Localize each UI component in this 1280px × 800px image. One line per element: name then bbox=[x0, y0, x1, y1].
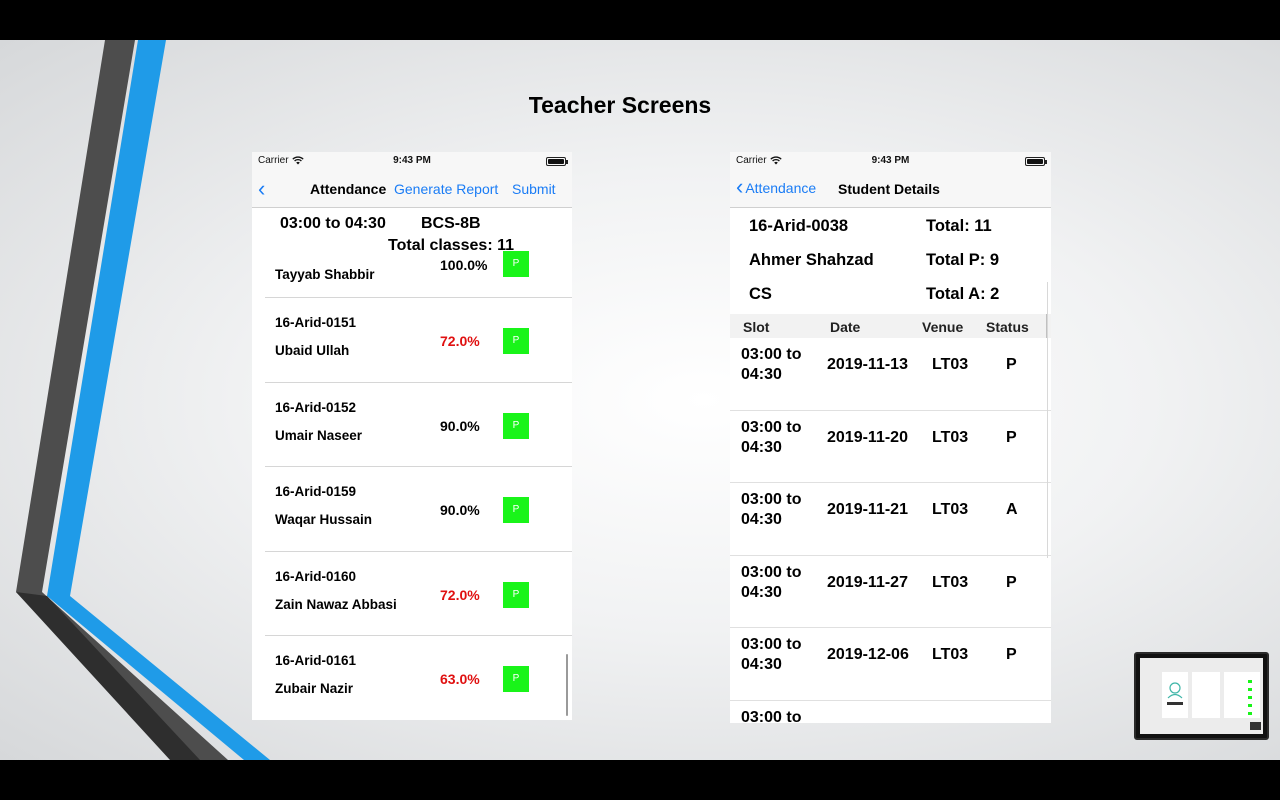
back-chevron-icon: ‹ bbox=[736, 174, 744, 199]
row-venue: LT03 bbox=[932, 428, 969, 446]
student-name: Zubair Nazir bbox=[275, 681, 354, 696]
student-row[interactable]: 16-Arid-0160 Zain Nawaz Abbasi 72.0% P bbox=[265, 552, 572, 636]
back-chevron-icon[interactable]: ‹ bbox=[258, 178, 265, 200]
student-row[interactable]: 16-Arid-0151 Ubaid Ullah 72.0% P bbox=[265, 298, 572, 383]
student-list: 16-Arid-0151 Ubaid Ullah 72.0% P 16-Arid… bbox=[252, 298, 572, 720]
row-slot: 03:00 to 04:30 bbox=[741, 563, 802, 601]
attendance-percent: 90.0% bbox=[440, 502, 480, 518]
row-date: 2019-11-20 bbox=[827, 428, 908, 446]
status-bar: Carrier 9:43 PM bbox=[730, 152, 1051, 172]
nav-bar: ‹ Attendance Student Details bbox=[730, 172, 1051, 208]
attendance-phone-screen: Carrier 9:43 PM ‹ Attendance Generate Re… bbox=[252, 152, 572, 720]
attendance-percent: 63.0% bbox=[440, 671, 480, 687]
row-status: P bbox=[1006, 428, 1017, 446]
student-row[interactable]: 16-Arid-0152 Umair Naseer 90.0% P bbox=[265, 383, 572, 467]
row-venue: LT03 bbox=[932, 646, 969, 663]
slide: Teacher Screens Carrier 9:43 PM ‹ Attend… bbox=[0, 40, 1280, 760]
student-name: Tayyab Shabbir bbox=[275, 267, 375, 282]
student-department: CS bbox=[749, 285, 772, 303]
table-row[interactable]: 03:00 to 04:30 2019-11-27 LT03 P bbox=[730, 556, 1051, 628]
attendance-table-header: Slot Date Venue Status bbox=[730, 314, 1051, 338]
row-status: P bbox=[1006, 646, 1017, 663]
battery-icon bbox=[1025, 157, 1047, 166]
present-toggle-button[interactable]: P bbox=[503, 497, 529, 523]
back-label: Attendance bbox=[745, 180, 817, 196]
total-classes: Total classes: 11 bbox=[388, 237, 514, 254]
row-date: 2019-11-13 bbox=[827, 356, 908, 373]
status-bar: Carrier 9:43 PM bbox=[252, 152, 572, 172]
student-name: Zain Nawaz Abbasi bbox=[275, 596, 397, 612]
student-roll: 16-Arid-0161 bbox=[275, 653, 357, 668]
submit-button[interactable]: Submit bbox=[512, 181, 556, 197]
row-slot: 03:00 to bbox=[741, 708, 802, 724]
battery-icon bbox=[546, 157, 568, 166]
student-roll: 16-Arid-0152 bbox=[275, 399, 357, 415]
student-roll: 16-Arid-0160 bbox=[275, 568, 357, 584]
table-row[interactable]: 03:00 to bbox=[730, 701, 1051, 724]
attendance-percent: 72.0% bbox=[440, 586, 480, 603]
student-name: Waqar Hussain bbox=[275, 512, 373, 527]
row-slot: 03:00 to 04:30 bbox=[741, 346, 802, 383]
student-row[interactable]: 16-Arid-0161 Zubair Nazir 63.0% P bbox=[265, 636, 572, 720]
student-summary: 16-Arid-0038 Ahmer Shahzad CS Total: 11 … bbox=[730, 208, 1051, 314]
student-name: Ubaid Ullah bbox=[275, 343, 350, 358]
attendance-percent: 72.0% bbox=[440, 333, 480, 349]
table-row[interactable]: 03:00 to 04:30 2019-11-21 LT03 A bbox=[730, 483, 1051, 556]
attendance-percent: 90.0% bbox=[440, 417, 480, 434]
present-toggle-button[interactable]: P bbox=[503, 328, 529, 354]
column-header-venue: Venue bbox=[922, 319, 964, 335]
table-row[interactable]: 03:00 to 04:30 2019-12-06 LT03 P bbox=[730, 628, 1051, 701]
table-vertical-divider bbox=[1047, 282, 1048, 558]
row-venue: LT03 bbox=[932, 356, 969, 373]
slide-thumbnail[interactable] bbox=[1134, 652, 1269, 740]
table-row[interactable]: 03:00 to 04:30 2019-11-13 LT03 P bbox=[730, 338, 1051, 411]
back-button[interactable]: ‹ Attendance bbox=[736, 176, 816, 198]
nav-title: Student Details bbox=[838, 181, 940, 197]
row-date: 2019-11-27 bbox=[827, 573, 908, 591]
student-row[interactable]: 16-Arid-0159 Waqar Hussain 90.0% P bbox=[265, 467, 572, 552]
student-roll: 16-Arid-0151 bbox=[275, 315, 357, 330]
row-status: P bbox=[1006, 356, 1017, 373]
class-section: BCS-8B bbox=[421, 215, 481, 232]
row-date: 2019-11-21 bbox=[827, 501, 908, 518]
row-date: 2019-12-06 bbox=[827, 646, 909, 663]
student-details-phone-screen: Carrier 9:43 PM ‹ Attendance Student Det… bbox=[730, 152, 1051, 723]
student-name: Umair Naseer bbox=[275, 427, 363, 443]
attendance-percent: 100.0% bbox=[440, 257, 488, 273]
student-roll: 16-Arid-0038 bbox=[749, 217, 849, 235]
row-slot: 03:00 to 04:30 bbox=[741, 491, 802, 528]
row-status: A bbox=[1006, 501, 1018, 518]
column-header-slot: Slot bbox=[743, 319, 770, 335]
thumbnail-screen bbox=[1140, 658, 1263, 734]
column-header-date: Date bbox=[830, 319, 861, 335]
generate-report-button[interactable]: Generate Report bbox=[394, 181, 498, 197]
column-header-status: Status bbox=[986, 319, 1029, 335]
student-roll: 16-Arid-0159 bbox=[275, 484, 357, 499]
row-venue: LT03 bbox=[932, 501, 969, 518]
scroll-indicator[interactable] bbox=[566, 654, 568, 716]
total-present: Total P: 9 bbox=[926, 251, 1000, 269]
present-toggle-button[interactable]: P bbox=[503, 666, 529, 692]
clock: 9:43 PM bbox=[393, 155, 431, 166]
row-venue: LT03 bbox=[932, 573, 969, 591]
class-slot: 03:00 to 04:30 bbox=[280, 215, 386, 232]
total-absent: Total A: 2 bbox=[926, 285, 1000, 303]
student-name: Ahmer Shahzad bbox=[749, 251, 874, 269]
table-row[interactable]: 03:00 to 04:30 2019-11-20 LT03 P bbox=[730, 411, 1051, 483]
row-slot: 03:00 to 04:30 bbox=[741, 636, 802, 673]
slide-title: Teacher Screens bbox=[528, 92, 712, 118]
nav-title: Attendance bbox=[310, 181, 387, 197]
row-status: P bbox=[1006, 573, 1017, 591]
present-toggle-button[interactable]: P bbox=[503, 581, 529, 608]
clock: 9:43 PM bbox=[871, 155, 910, 166]
row-slot: 03:00 to 04:30 bbox=[741, 418, 802, 456]
dark-stripe-lower bbox=[16, 592, 200, 760]
nav-bar: ‹ Attendance Generate Report Submit bbox=[252, 172, 572, 208]
thumbnail-preview-graphic bbox=[1140, 658, 1263, 734]
attendance-table: 03:00 to 04:30 2019-11-13 LT03 P 03:00 t… bbox=[730, 338, 1051, 723]
total-classes: Total: 11 bbox=[926, 217, 992, 235]
present-toggle-button[interactable]: P bbox=[503, 412, 529, 439]
